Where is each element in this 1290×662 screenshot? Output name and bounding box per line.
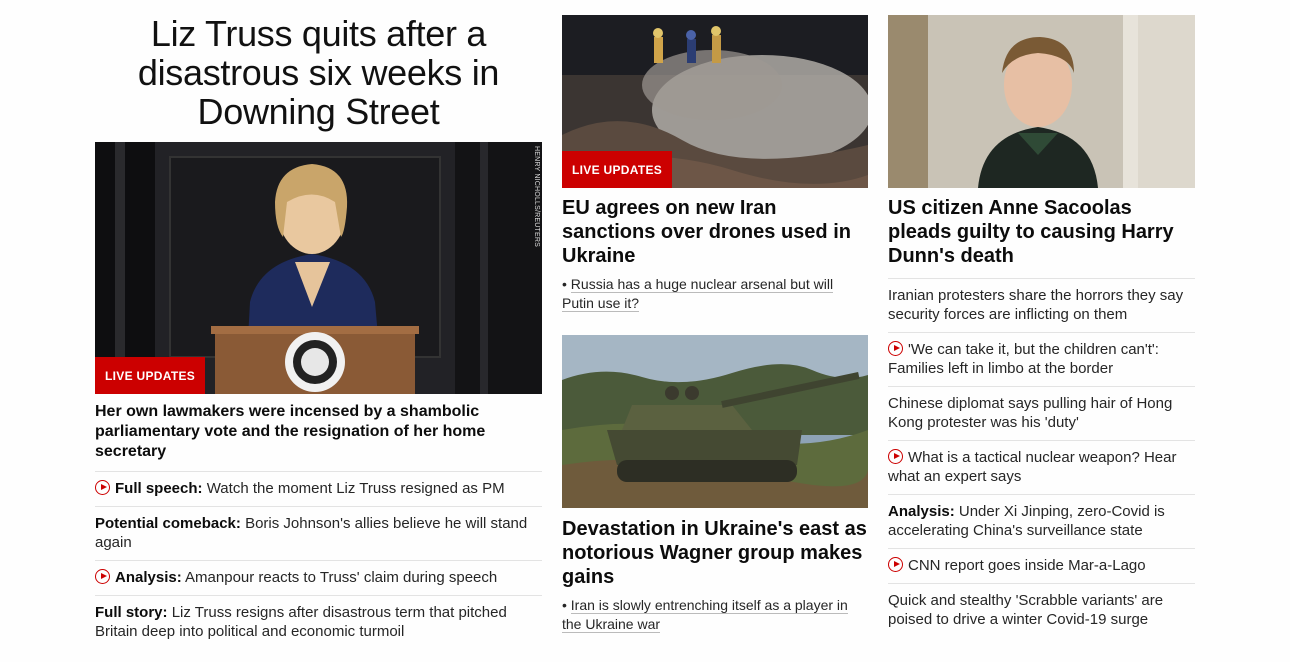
item-label: Full story: — [95, 604, 168, 621]
lead-story: Liz Truss quits after a disastrous six w… — [95, 14, 542, 649]
right-image[interactable] — [888, 15, 1195, 188]
item-text: Quick and stealthy 'Scrabble variants' a… — [888, 592, 1164, 628]
item-text: What is a tactical nuclear weapon? Hear … — [888, 449, 1177, 485]
right-item-1[interactable]: Iranian protesters share the horrors the… — [888, 278, 1195, 332]
live-updates-badge[interactable]: LIVE UPDATES — [562, 151, 673, 188]
item-label: Analysis: — [115, 569, 182, 586]
lead-headline[interactable]: Her own lawmakers were incensed by a sha… — [95, 402, 542, 471]
lead-title[interactable]: Liz Truss quits after a disastrous six w… — [95, 14, 542, 131]
lead-item-1[interactable]: Full speech: Watch the moment Liz Truss … — [95, 471, 542, 506]
item-label: Potential comeback: — [95, 515, 241, 532]
middle-column: LIVE UPDATES EU agrees on new Iran sanct… — [562, 15, 868, 634]
right-headline[interactable]: US citizen Anne Sacoolas pleads guilty t… — [888, 196, 1195, 268]
right-item-6[interactable]: CNN report goes inside Mar-a-Lago — [888, 548, 1195, 583]
card2-image[interactable] — [562, 335, 868, 508]
item-text: CNN report goes inside Mar-a-Lago — [908, 557, 1146, 574]
right-item-4[interactable]: What is a tactical nuclear weapon? Hear … — [888, 440, 1195, 494]
bullet-text: Russia has a huge nuclear arsenal but wi… — [562, 276, 834, 312]
item-text: 'We can take it, but the children can't'… — [888, 341, 1159, 377]
item-label: Full speech: — [115, 480, 203, 497]
right-item-7[interactable]: Quick and stealthy 'Scrabble variants' a… — [888, 583, 1195, 637]
item-text: Chinese diplomat says pulling hair of Ho… — [888, 395, 1173, 431]
live-updates-badge[interactable]: LIVE UPDATES — [95, 357, 206, 394]
lead-item-2[interactable]: Potential comeback: Boris Johnson's alli… — [95, 506, 542, 560]
video-play-icon — [888, 449, 903, 464]
tank-photo — [562, 335, 868, 508]
card1-image[interactable]: LIVE UPDATES — [562, 15, 868, 188]
item-text: Amanpour reacts to Truss' claim during s… — [185, 569, 498, 586]
item-text: Watch the moment Liz Truss resigned as P… — [206, 480, 505, 497]
right-item-5[interactable]: Analysis: Under Xi Jinping, zero-Covid i… — [888, 494, 1195, 548]
photo-credit: HENRY NICHOLLS/REUTERS — [533, 146, 540, 247]
card2-headline[interactable]: Devastation in Ukraine's east as notorio… — [562, 517, 868, 589]
video-play-icon — [888, 341, 903, 356]
video-play-icon — [888, 557, 903, 572]
lead-item-3[interactable]: Analysis: Amanpour reacts to Truss' clai… — [95, 560, 542, 595]
lead-item-4[interactable]: Full story: Liz Truss resigns after disa… — [95, 595, 542, 649]
right-column: US citizen Anne Sacoolas pleads guilty t… — [888, 15, 1195, 637]
card2-bullet[interactable]: • Iran is slowly entrenching itself as a… — [562, 596, 868, 634]
portrait-photo — [888, 15, 1195, 188]
right-item-3[interactable]: Chinese diplomat says pulling hair of Ho… — [888, 386, 1195, 440]
lead-image[interactable]: HENRY NICHOLLS/REUTERS LIVE UPDATES — [95, 142, 542, 394]
video-play-icon — [95, 569, 110, 584]
item-text: Iranian protesters share the horrors the… — [888, 287, 1184, 323]
card1-headline[interactable]: EU agrees on new Iran sanctions over dro… — [562, 196, 868, 268]
item-label: Analysis: — [888, 503, 955, 520]
video-play-icon — [95, 480, 110, 495]
right-item-2[interactable]: 'We can take it, but the children can't'… — [888, 332, 1195, 386]
card1-bullet[interactable]: • Russia has a huge nuclear arsenal but … — [562, 275, 868, 313]
bullet-text: Iran is slowly entrenching itself as a p… — [562, 597, 848, 633]
